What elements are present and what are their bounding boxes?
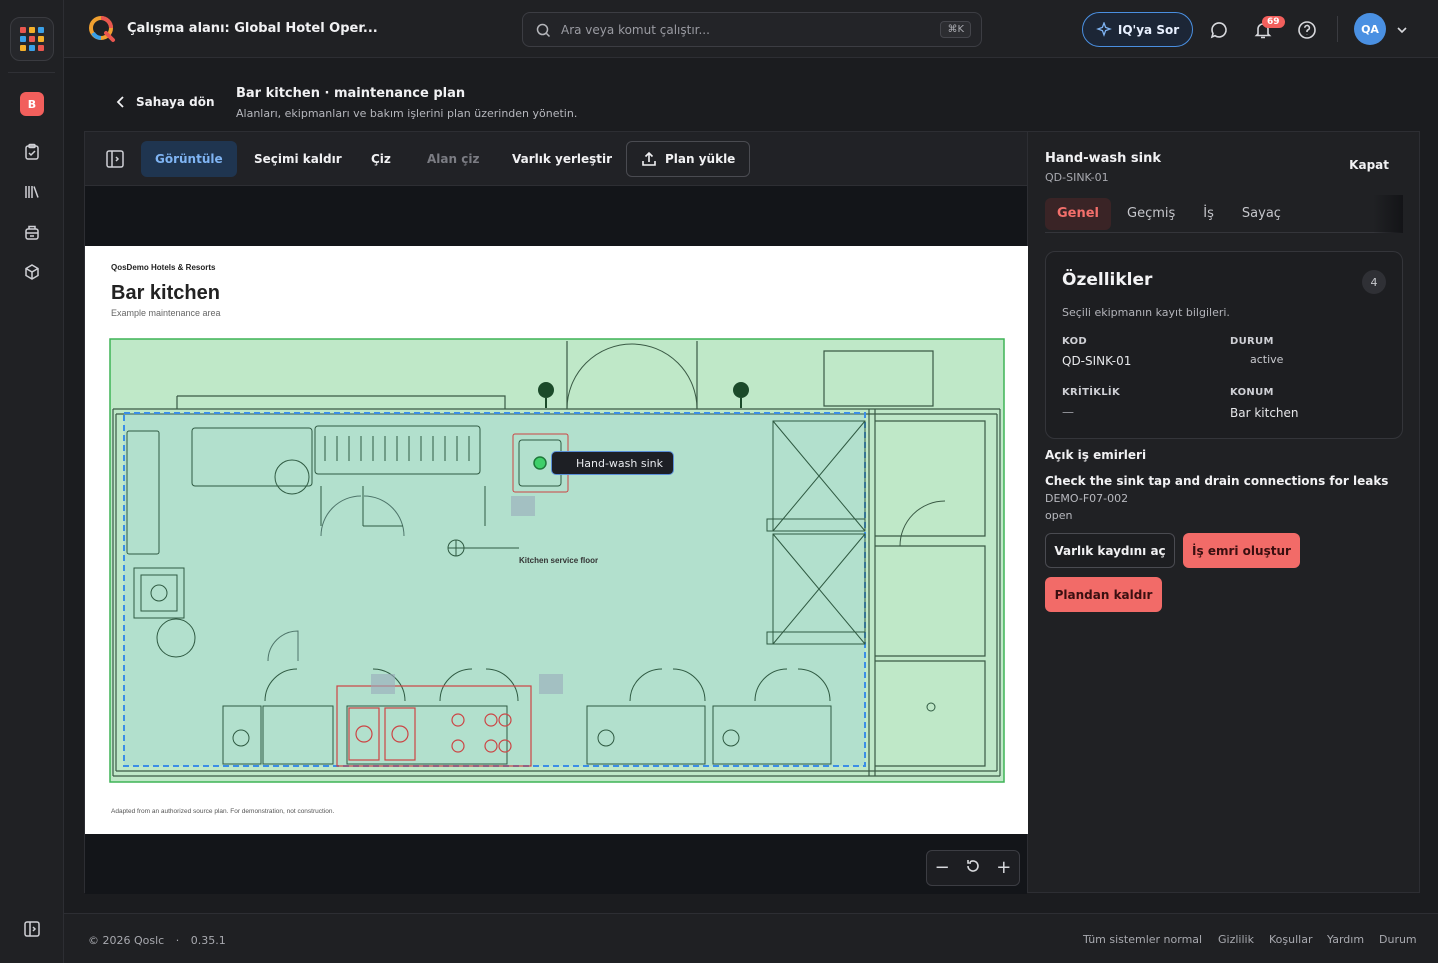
shortcut-hint: ⌘K — [940, 21, 971, 38]
workspace-title[interactable]: Çalışma alanı: Global Hotel Oper... — [127, 21, 378, 36]
criticality-value: — — [1062, 405, 1074, 419]
ask-iq-label: IQ'ya Sor — [1117, 22, 1180, 37]
system-status-link[interactable]: Tüm sistemler normal — [1083, 933, 1202, 946]
location-label: KONUM — [1230, 387, 1274, 398]
left-rail: B — [0, 0, 64, 963]
user-avatar[interactable]: QA — [1354, 13, 1386, 45]
footer-dot: · — [175, 934, 180, 947]
checklist-icon[interactable] — [22, 142, 42, 162]
divider — [1337, 16, 1338, 42]
expand-sidebar-icon[interactable] — [22, 919, 42, 939]
draw-button[interactable]: Çiz — [357, 141, 405, 177]
search-placeholder: Ara veya komut çalıştır... — [561, 23, 710, 37]
view-mode-button[interactable]: Görüntüle — [141, 141, 237, 177]
service-floor-zone — [123, 412, 866, 767]
draw-area-button[interactable]: Alan çiz — [413, 141, 493, 177]
zone-label: Kitchen service floor — [519, 556, 599, 565]
notification-badge: 69 — [1262, 16, 1285, 28]
page-subtitle: Alanları, ekipmanları ve bakım işlerini … — [236, 107, 578, 120]
footer: © 2026 Qoslc · 0.35.1 Tüm sistemler norm… — [64, 913, 1438, 963]
workspace-avatar[interactable]: B — [20, 92, 44, 116]
upload-plan-label: Plan yükle — [665, 152, 736, 166]
properties-count-badge: 4 — [1362, 270, 1386, 294]
reset-zoom-icon[interactable] — [965, 858, 981, 878]
tabs-scroll-fade — [1373, 195, 1403, 233]
copyright: © 2026 Qoslc — [88, 934, 165, 947]
asset-tooltip: Hand-wash sink — [551, 451, 675, 475]
page-title: Bar kitchen · maintenance plan — [236, 86, 466, 101]
status-value: active — [1250, 353, 1284, 366]
tab-general[interactable]: Genel — [1045, 197, 1112, 230]
canvas-top-margin — [85, 186, 1027, 246]
plan-canvas-panel: Görüntüle Seçimi kaldır Çiz Alan çiz Var… — [84, 131, 1028, 894]
toolbox-icon[interactable] — [22, 222, 42, 242]
remove-from-plan-button[interactable]: Plandan kaldır — [1045, 577, 1162, 612]
terms-link[interactable]: Koşullar — [1269, 933, 1312, 946]
chat-icon[interactable] — [1208, 19, 1230, 41]
status-label: DURUM — [1230, 336, 1274, 347]
floor-plan-sheet[interactable]: QosDemo Hotels & Resorts Bar kitchen Exa… — [85, 246, 1028, 834]
selected-asset-marker — [533, 456, 547, 470]
asset-title: Hand-wash sink — [1045, 151, 1162, 166]
canvas-bottom-margin — [85, 834, 1027, 894]
close-panel-button[interactable]: Kapat — [1349, 158, 1389, 172]
back-label: Sahaya dön — [136, 95, 215, 109]
version: 0.35.1 — [190, 934, 226, 947]
library-icon[interactable] — [22, 182, 42, 202]
code-label: KOD — [1062, 336, 1088, 347]
plan-footnote: Adapted from an authorized source plan. … — [111, 808, 335, 815]
grid-icon — [20, 27, 44, 51]
upload-plan-button[interactable]: Plan yükle — [626, 141, 751, 177]
criticality-label: KRİTİKLİK — [1062, 387, 1121, 398]
toggle-layers-icon[interactable] — [105, 149, 125, 173]
zoom-out-icon[interactable]: − — [935, 859, 950, 877]
work-order-title[interactable]: Check the sink tap and drain connections… — [1045, 474, 1388, 488]
create-work-order-button[interactable]: İş emri oluştur — [1183, 533, 1300, 568]
tab-meter[interactable]: Sayaç — [1230, 198, 1293, 230]
place-asset-button[interactable]: Varlık yerleştir — [498, 141, 626, 177]
clear-selection-button[interactable]: Seçimi kaldır — [240, 141, 356, 177]
chevron-down-icon[interactable] — [1391, 19, 1413, 41]
privacy-link[interactable]: Gizlilik — [1218, 933, 1254, 946]
app-launcher-button[interactable] — [10, 17, 54, 61]
status-link[interactable]: Durum — [1379, 933, 1417, 946]
tab-work[interactable]: İş — [1191, 198, 1226, 230]
app-logo[interactable] — [88, 15, 116, 43]
plan-toolbar: Görüntüle Seçimi kaldır Çiz Alan çiz Var… — [85, 132, 1027, 186]
work-order-status: open — [1045, 509, 1073, 522]
search-icon — [536, 23, 551, 38]
chevron-left-icon — [116, 96, 124, 108]
location-value: Bar kitchen — [1230, 406, 1299, 420]
work-order-id: DEMO-F07-002 — [1045, 492, 1129, 505]
ask-iq-button[interactable]: IQ'ya Sor — [1082, 12, 1193, 47]
cube-icon[interactable] — [22, 262, 42, 282]
footer-meta: © 2026 Qoslc · 0.35.1 — [88, 934, 226, 947]
properties-card: Özellikler 4 Seçili ekipmanın kayıt bilg… — [1045, 251, 1403, 439]
help-link[interactable]: Yardım — [1327, 933, 1364, 946]
upload-icon — [642, 151, 656, 166]
properties-description: Seçili ekipmanın kayıt bilgileri. — [1062, 306, 1230, 319]
code-value: QD-SINK-01 — [1062, 354, 1132, 368]
sparkle-icon — [1095, 21, 1112, 37]
open-asset-record-button[interactable]: Varlık kaydını aç — [1045, 533, 1175, 568]
zoom-in-icon[interactable]: + — [996, 859, 1011, 877]
asset-code: QD-SINK-01 — [1045, 171, 1109, 184]
asset-details-panel: Hand-wash sink QD-SINK-01 Kapat Genel Ge… — [1028, 131, 1420, 893]
help-icon[interactable] — [1296, 19, 1318, 41]
zoom-controls: − + — [926, 850, 1020, 886]
details-tabs: Genel Geçmiş İş Sayaç — [1045, 195, 1403, 233]
floor-plan-drawing — [109, 338, 1005, 783]
tab-history[interactable]: Geçmiş — [1115, 198, 1187, 230]
back-button[interactable]: Sahaya dön — [116, 95, 215, 109]
search-input[interactable]: Ara veya komut çalıştır... ⌘K — [522, 12, 982, 47]
open-work-orders-heading: Açık iş emirleri — [1045, 448, 1147, 462]
properties-heading: Özellikler — [1062, 270, 1153, 290]
